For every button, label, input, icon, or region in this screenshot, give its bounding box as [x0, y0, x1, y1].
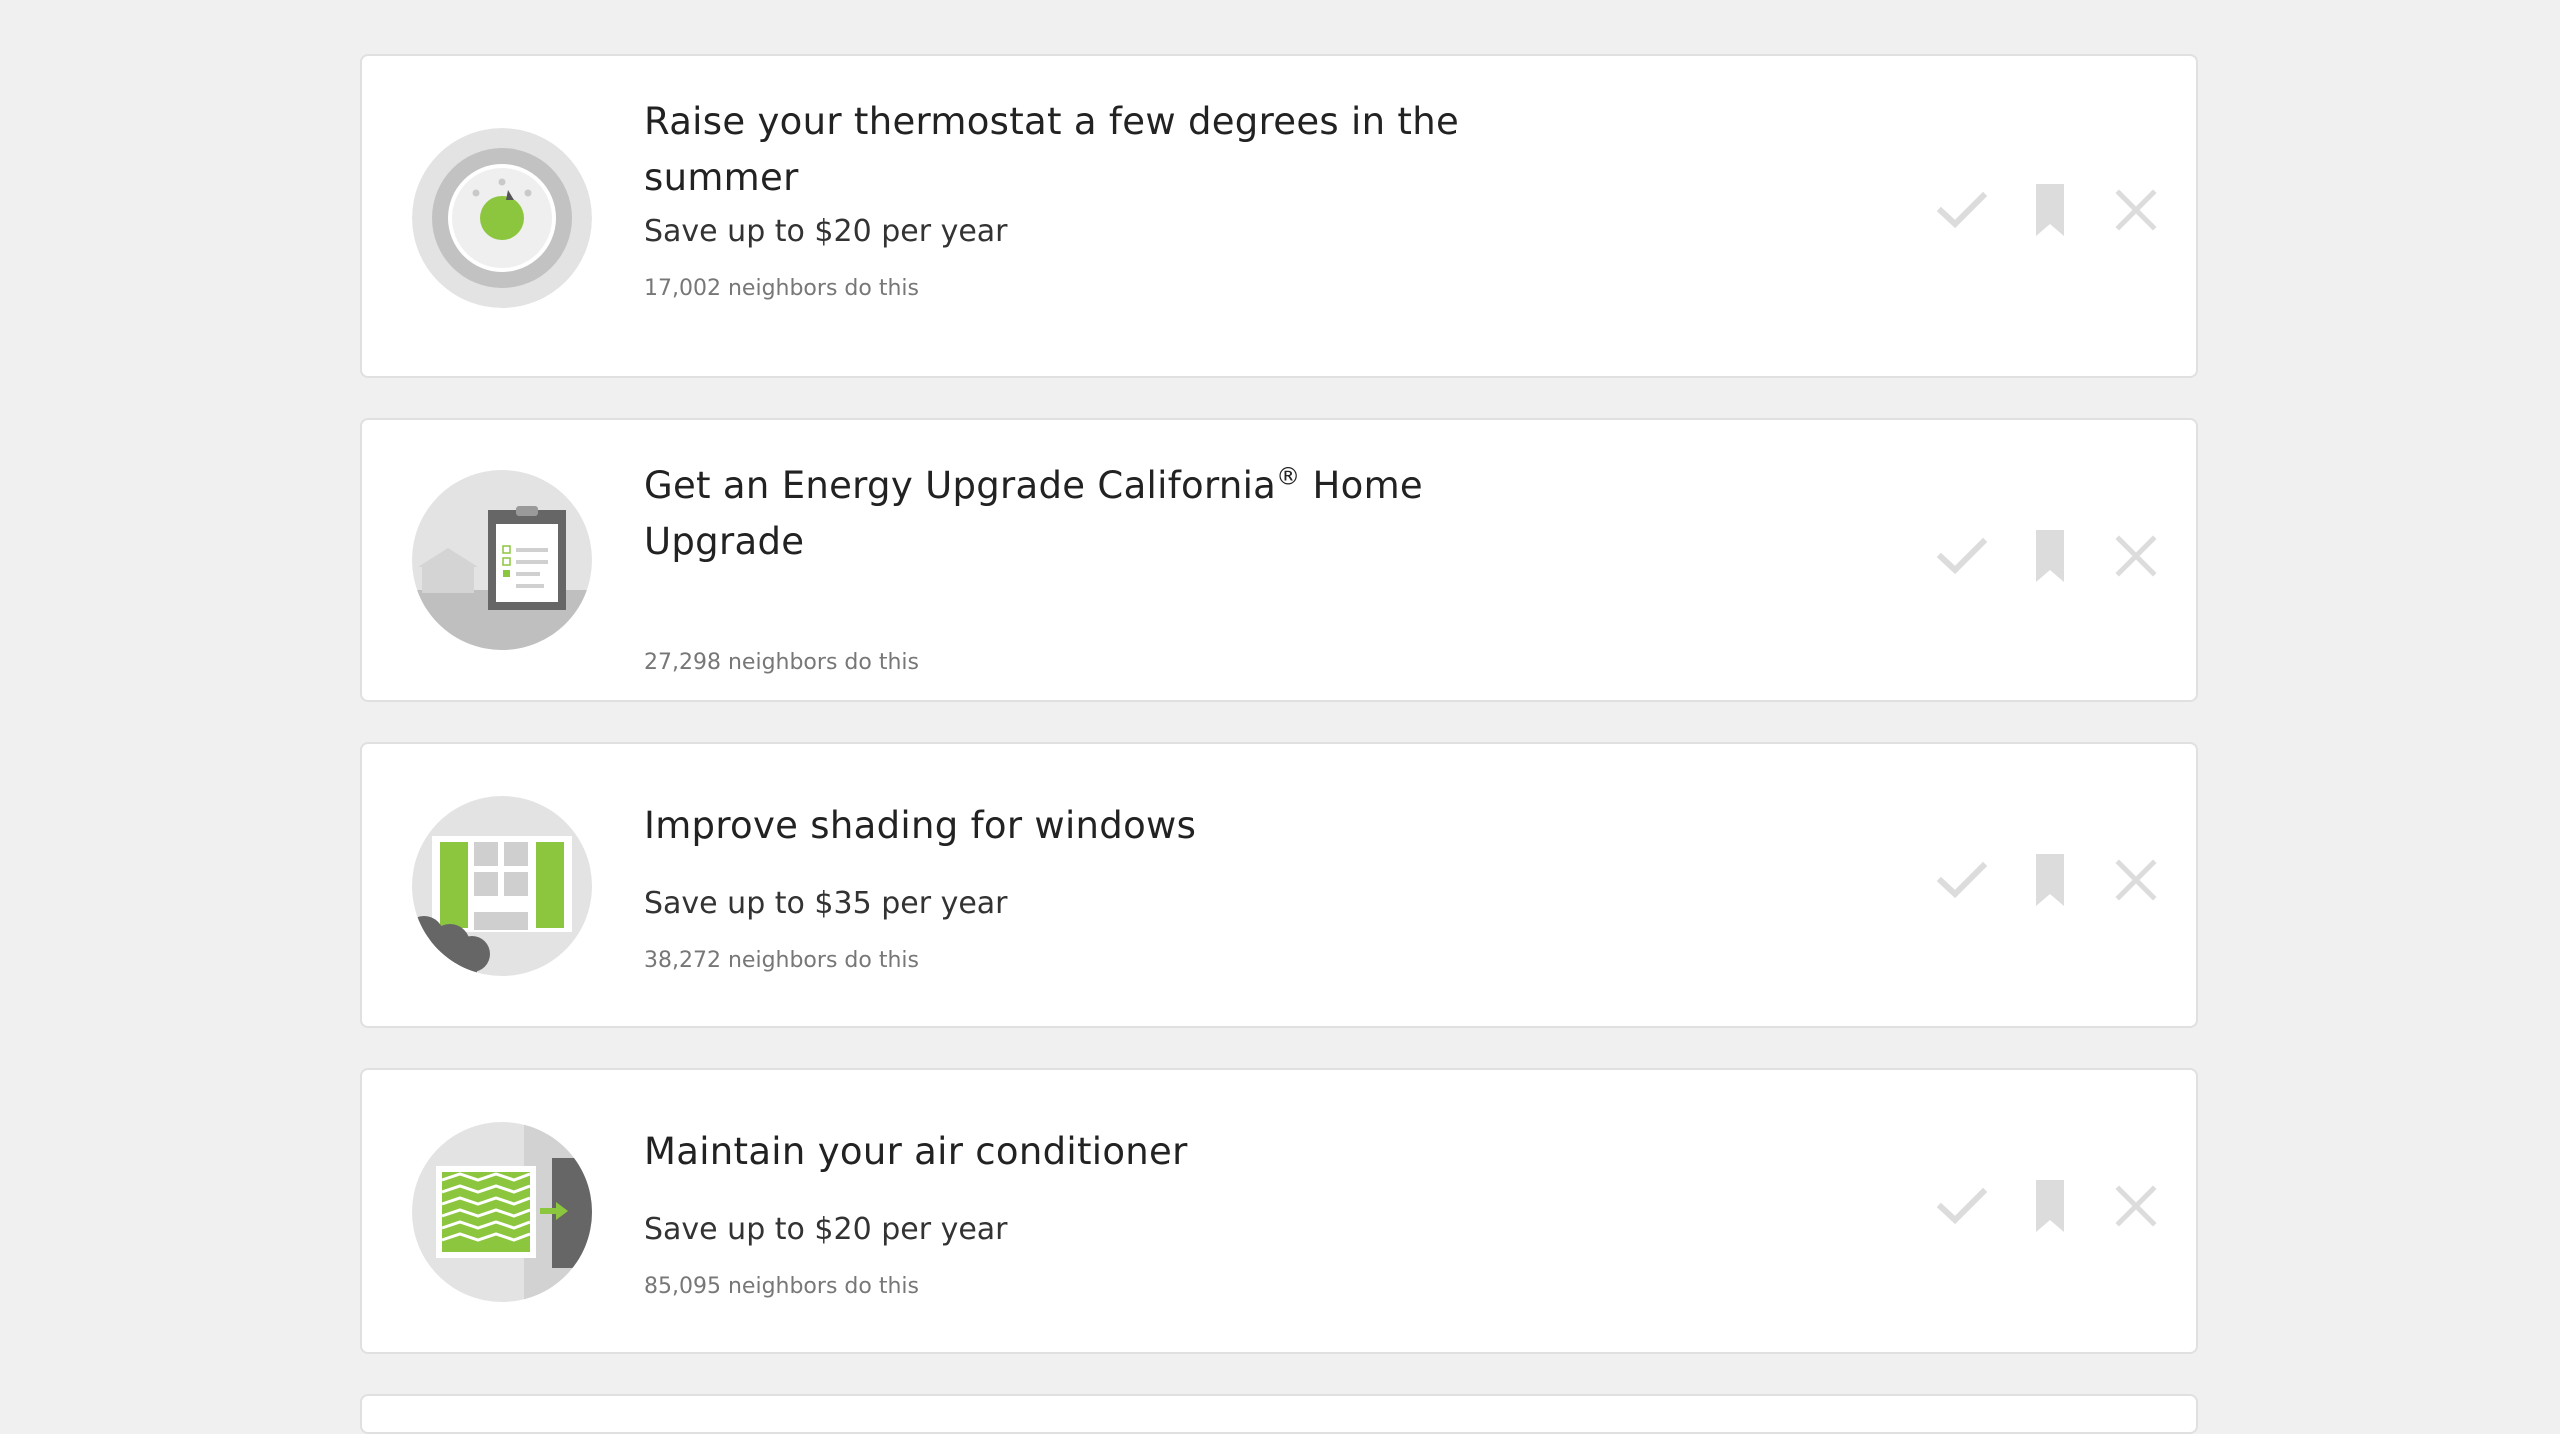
tip-actions [1930, 848, 2170, 928]
mark-done-button[interactable] [1930, 1174, 1994, 1238]
dismiss-tip-button[interactable] [2104, 178, 2168, 242]
tip-actions [1930, 1174, 2170, 1254]
tip-neighbors: 27,298 neighbors do this [644, 650, 919, 675]
tip-neighbors: 17,002 neighbors do this [644, 276, 919, 301]
air-filter-icon [412, 1122, 592, 1302]
tip-card[interactable]: Maintain your air conditioner Save up to… [360, 1068, 2198, 1354]
tip-neighbors: 85,095 neighbors do this [644, 1274, 919, 1299]
mark-done-button[interactable] [1930, 848, 1994, 912]
tip-savings: Save up to $35 per year [644, 886, 1008, 921]
registered-mark: ® [1276, 462, 1301, 491]
tip-card[interactable]: Raise your thermostat a few degrees in t… [360, 54, 2198, 378]
dismiss-tip-button[interactable] [2104, 524, 2168, 588]
dismiss-tip-button[interactable] [2104, 1174, 2168, 1238]
tip-savings: Save up to $20 per year [644, 1212, 1008, 1247]
check-icon [1936, 861, 1988, 899]
dismiss-tip-button[interactable] [2104, 848, 2168, 912]
bookmark-icon [2036, 530, 2064, 582]
tip-title: Raise your thermostat a few degrees in t… [644, 100, 1460, 199]
save-tip-button[interactable] [2018, 178, 2082, 242]
close-icon [2115, 535, 2157, 577]
tip-actions [1930, 178, 2170, 258]
bookmark-icon [2036, 1180, 2064, 1232]
tip-savings: Save up to $20 per year [644, 214, 1008, 249]
tip-title: Improve shading for windows [644, 804, 1197, 847]
save-tip-button[interactable] [2018, 848, 2082, 912]
clipboard-home-icon [412, 470, 592, 650]
thermostat-icon [412, 128, 592, 308]
tip-title-main: Get an Energy Upgrade California [644, 464, 1277, 507]
tip-title: Maintain your air conditioner [644, 1130, 1188, 1173]
close-icon [2115, 1185, 2157, 1227]
close-icon [2115, 189, 2157, 231]
check-icon [1936, 1187, 1988, 1225]
tip-actions [1930, 524, 2170, 604]
bookmark-icon [2036, 854, 2064, 906]
window-shading-icon [412, 796, 592, 976]
tip-title: Get an Energy Upgrade California® Home U… [644, 458, 1494, 570]
tip-card[interactable]: Improve shading for windows Save up to $… [360, 742, 2198, 1028]
bookmark-icon [2036, 184, 2064, 236]
mark-done-button[interactable] [1930, 178, 1994, 242]
close-icon [2115, 859, 2157, 901]
save-tip-button[interactable] [2018, 1174, 2082, 1238]
mark-done-button[interactable] [1930, 524, 1994, 588]
tip-card[interactable] [360, 1394, 2198, 1434]
check-icon [1936, 191, 1988, 229]
check-icon [1936, 537, 1988, 575]
tip-neighbors: 38,272 neighbors do this [644, 948, 919, 973]
tip-card[interactable]: Get an Energy Upgrade California® Home U… [360, 418, 2198, 702]
save-tip-button[interactable] [2018, 524, 2082, 588]
